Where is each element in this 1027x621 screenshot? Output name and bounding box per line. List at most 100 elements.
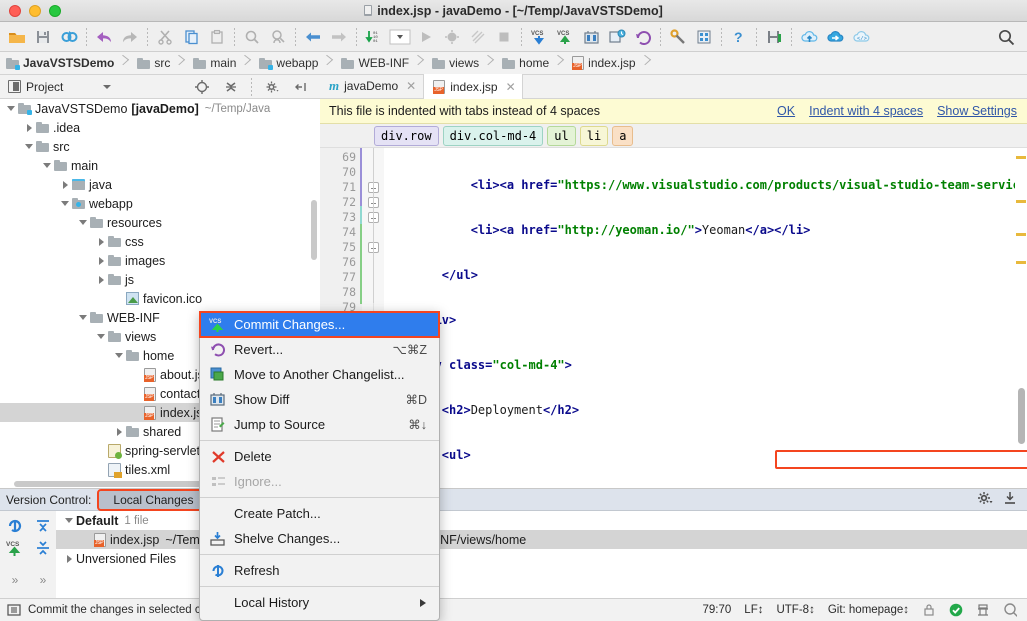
- encoding-selector[interactable]: UTF-8↕: [776, 604, 814, 616]
- breadcrumb-item-home[interactable]: home: [496, 52, 566, 75]
- search-everywhere-icon[interactable]: [993, 24, 1019, 50]
- line-separator-selector[interactable]: LF↕: [744, 604, 763, 616]
- search-icon[interactable]: [1003, 603, 1017, 618]
- expand-arrow-icon[interactable]: [4, 106, 18, 111]
- save-all-icon[interactable]: [30, 24, 56, 50]
- breadcrumb-item-project[interactable]: JavaVSTSDemo: [0, 52, 131, 75]
- refresh-icon[interactable]: [4, 515, 26, 537]
- notification-indent-link[interactable]: Indent with 4 spaces: [809, 104, 923, 118]
- close-window-button[interactable]: [9, 4, 21, 17]
- tree-row-idea[interactable]: .idea: [0, 118, 320, 137]
- expand-arrow-icon[interactable]: [62, 554, 76, 563]
- menu-item-shelve-changes[interactable]: Shelve Changes...: [200, 526, 439, 551]
- tag-pill-div-col[interactable]: div.col-md-4: [442, 125, 544, 146]
- gear-icon[interactable]: [259, 74, 285, 100]
- tree-row-src[interactable]: src: [0, 137, 320, 156]
- tag-pill-div-row[interactable]: div.row: [374, 125, 439, 146]
- hide-icon[interactable]: [1003, 491, 1017, 508]
- coverage-icon[interactable]: [465, 24, 491, 50]
- expand-arrow-icon[interactable]: [94, 237, 108, 246]
- menu-item-jump-to-source[interactable]: Jump to Source ⌘↓: [200, 412, 439, 437]
- expand-arrow-icon[interactable]: [94, 334, 108, 339]
- replace-icon[interactable]: [265, 24, 291, 50]
- background-tasks-icon[interactable]: [976, 603, 990, 617]
- forward-icon[interactable]: [326, 24, 352, 50]
- expand-arrow-icon[interactable]: [76, 315, 90, 320]
- close-icon[interactable]: ✕: [406, 79, 416, 93]
- undo-icon[interactable]: [91, 24, 117, 50]
- paste-icon[interactable]: [204, 24, 230, 50]
- find-icon[interactable]: [239, 24, 265, 50]
- project-structure-icon[interactable]: [691, 24, 717, 50]
- collapse-all-icon[interactable]: [218, 74, 244, 100]
- tag-pill-li[interactable]: li: [579, 125, 609, 146]
- expand-arrow-icon[interactable]: [58, 180, 72, 189]
- expand-arrow-icon[interactable]: [112, 427, 126, 436]
- menu-item-delete[interactable]: Delete: [200, 444, 439, 469]
- tree-row-css[interactable]: css: [0, 232, 320, 251]
- back-icon[interactable]: [300, 24, 326, 50]
- expand-arrow-icon[interactable]: [62, 518, 76, 523]
- close-icon[interactable]: ✕: [506, 80, 516, 94]
- tree-row-project[interactable]: JavaVSTSDemo [javaDemo] ~/Temp/Java: [0, 99, 320, 118]
- editor-tab-javademo[interactable]: m javaDemo ✕: [320, 74, 423, 98]
- expand-arrow-icon[interactable]: [94, 256, 108, 265]
- expand-arrow-icon[interactable]: [40, 163, 54, 168]
- cut-icon[interactable]: [152, 24, 178, 50]
- vcs-commit-icon[interactable]: VCS: [4, 537, 26, 559]
- notification-settings-link[interactable]: Show Settings: [937, 104, 1017, 118]
- project-tree-scrollbar[interactable]: [311, 200, 317, 260]
- vcs-history-icon[interactable]: [604, 24, 630, 50]
- expand-arrow-icon[interactable]: [58, 201, 72, 206]
- breadcrumb-item-main[interactable]: main: [187, 52, 253, 75]
- menu-item-local-history[interactable]: Local History: [200, 590, 439, 615]
- breadcrumb-item-webapp[interactable]: webapp: [253, 52, 335, 75]
- vcs-update-icon[interactable]: VCS: [526, 24, 552, 50]
- editor-scrollbar[interactable]: [1018, 388, 1025, 444]
- minimize-window-button[interactable]: [29, 4, 41, 17]
- vcs-context-menu[interactable]: VCS Commit Changes... Revert... ⌥⌘Z Move…: [199, 311, 440, 621]
- maximize-window-button[interactable]: [49, 4, 61, 17]
- menu-item-commit-changes[interactable]: VCS Commit Changes...: [199, 311, 440, 338]
- tree-row-main[interactable]: main: [0, 156, 320, 175]
- settings-wrench-icon[interactable]: [665, 24, 691, 50]
- vcs-commit-icon[interactable]: VCS: [552, 24, 578, 50]
- expand-all-icon[interactable]: [32, 515, 54, 537]
- menu-item-move-to-another-changelist[interactable]: Move to Another Changelist...: [200, 362, 439, 387]
- run-config-dropdown-icon[interactable]: [387, 24, 413, 50]
- tree-row-java[interactable]: java: [0, 175, 320, 194]
- menu-item-create-patch[interactable]: Create Patch...: [200, 501, 439, 526]
- more-left-icon[interactable]: »: [4, 569, 26, 591]
- save-icon[interactable]: [761, 24, 787, 50]
- menu-item-revert[interactable]: Revert... ⌥⌘Z: [200, 337, 439, 362]
- tag-pill-ul[interactable]: ul: [547, 125, 576, 146]
- cloud-upload-icon[interactable]: [796, 24, 822, 50]
- more-right-icon[interactable]: »: [32, 569, 54, 591]
- locate-file-icon[interactable]: [189, 74, 215, 100]
- expand-arrow-icon[interactable]: [94, 275, 108, 284]
- tag-pill-a[interactable]: a: [612, 125, 634, 146]
- open-folder-icon[interactable]: [4, 24, 30, 50]
- tree-row-favicon[interactable]: favicon.ico: [0, 289, 320, 308]
- stop-icon[interactable]: [491, 24, 517, 50]
- gear-icon[interactable]: [977, 491, 993, 508]
- tree-row-js[interactable]: js: [0, 270, 320, 289]
- menu-item-git[interactable]: Git: [200, 615, 439, 621]
- tree-row-webapp[interactable]: webapp: [0, 194, 320, 213]
- tree-row-images[interactable]: images: [0, 251, 320, 270]
- menu-item-refresh[interactable]: Refresh: [200, 558, 439, 583]
- menu-item-show-diff[interactable]: Show Diff ⌘D: [200, 387, 439, 412]
- expand-arrow-icon[interactable]: [112, 353, 126, 358]
- vcs-compare-icon[interactable]: [578, 24, 604, 50]
- copy-icon[interactable]: [178, 24, 204, 50]
- caret-position[interactable]: 79:70: [703, 604, 732, 616]
- hide-panel-icon[interactable]: [288, 74, 314, 100]
- run-icon[interactable]: [413, 24, 439, 50]
- lock-icon[interactable]: [922, 603, 936, 617]
- help-icon[interactable]: ?: [726, 24, 752, 50]
- debug-icon[interactable]: [439, 24, 465, 50]
- code-lines[interactable]: <li><a href="https://www.visualstudio.co…: [384, 148, 1027, 488]
- breadcrumb-item-src[interactable]: src: [131, 52, 187, 75]
- vcs-rollback-icon[interactable]: [630, 24, 656, 50]
- breadcrumb-item-views[interactable]: views: [426, 52, 496, 75]
